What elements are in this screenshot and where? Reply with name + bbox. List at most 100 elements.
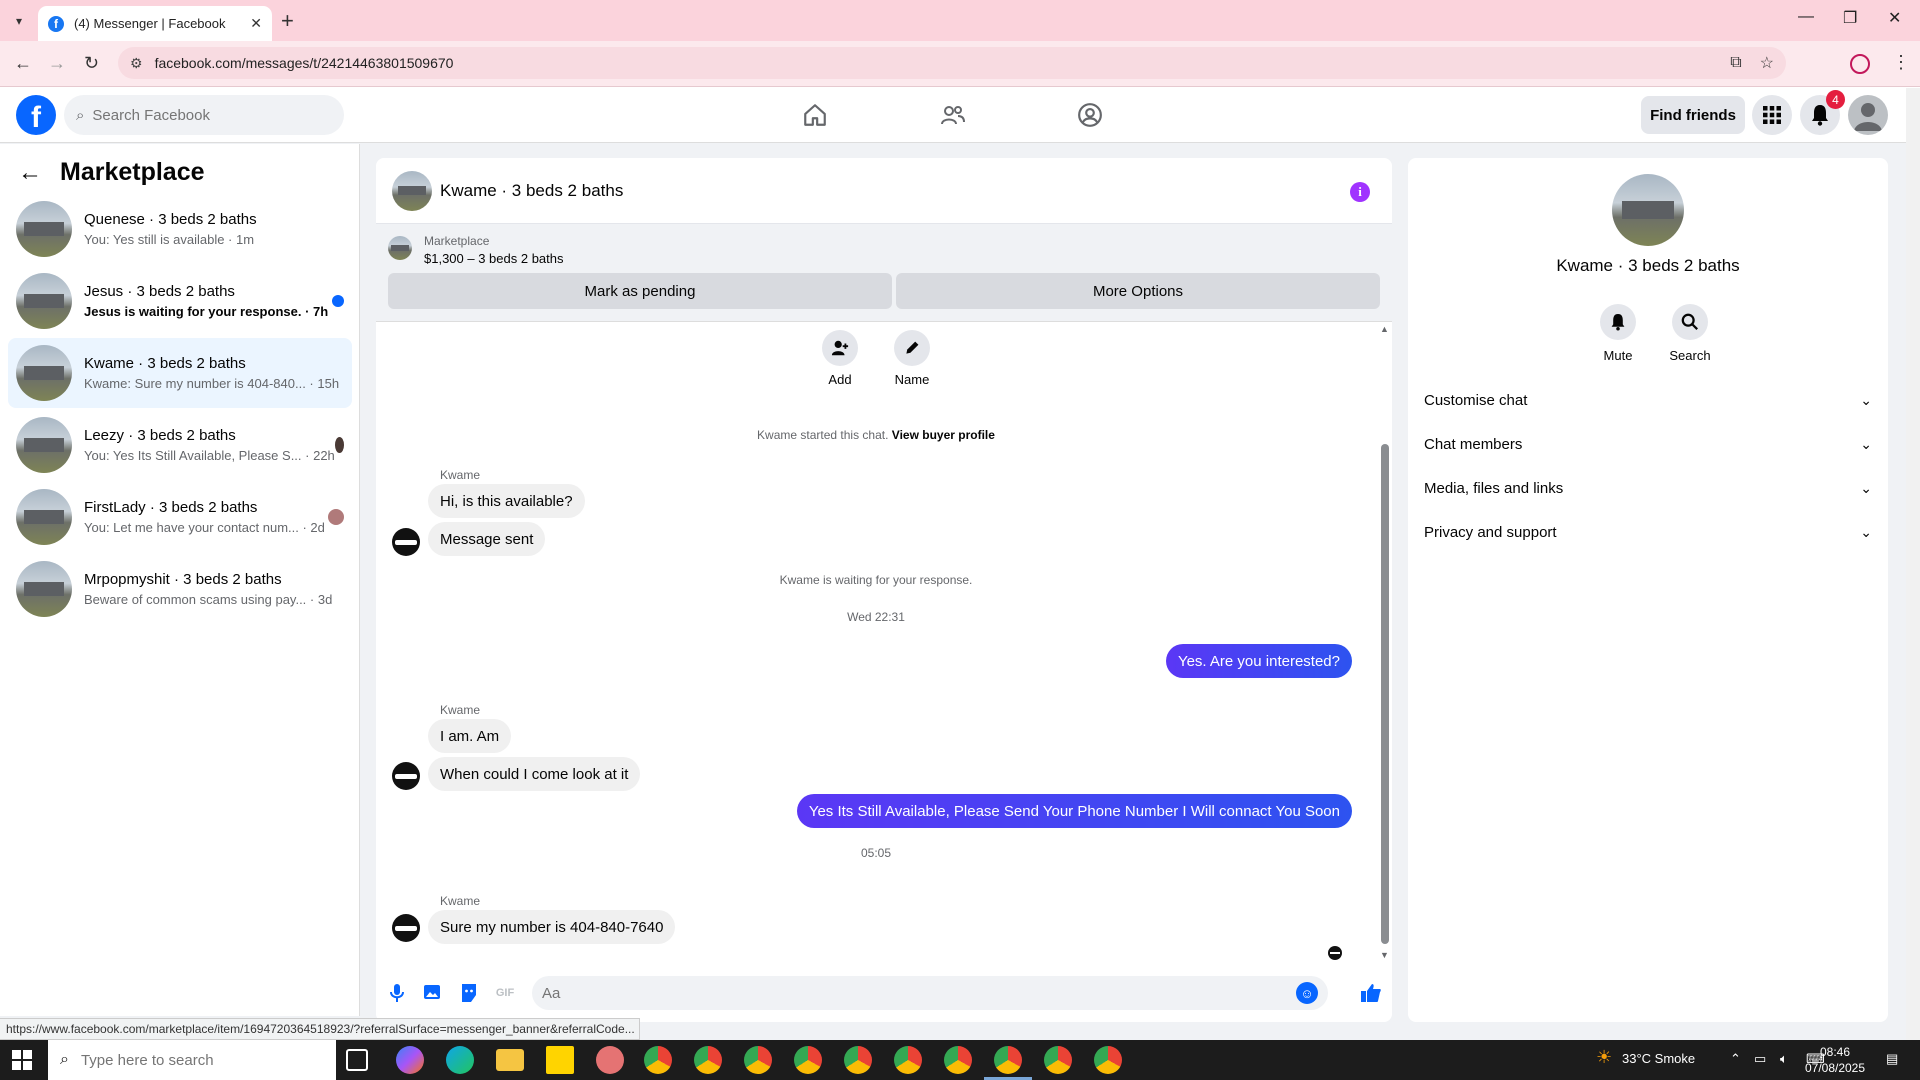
outgoing-message[interactable]: Yes Its Still Available, Please Send You… [796, 794, 1352, 828]
emoji-icon[interactable]: ☺ [1296, 982, 1318, 1004]
microphone-icon[interactable] [386, 982, 408, 1004]
facebook-search[interactable]: ⌕ [64, 95, 344, 135]
chrome-profile-icon-active[interactable] [994, 1046, 1022, 1074]
incoming-message[interactable]: I am. Am [428, 719, 512, 753]
mark-as-pending-button[interactable]: Mark as pending [388, 273, 892, 309]
banner-price[interactable]: $1,300 – 3 beds 2 baths [424, 251, 564, 266]
incoming-message[interactable]: Message sent [428, 522, 546, 556]
conversation-item[interactable]: Leezy · 3 beds 2 baths You: Yes Its Still… [8, 410, 352, 480]
chat-title[interactable]: Kwame · 3 beds 2 baths [440, 181, 623, 201]
chat-scrollbar[interactable]: ▲ ▼ [1378, 324, 1392, 962]
thumbs-up-icon[interactable] [1360, 982, 1382, 1004]
sticky-notes-icon[interactable] [546, 1046, 574, 1074]
name-action[interactable]: Name [882, 330, 942, 387]
view-buyer-profile-link[interactable]: View buyer profile [892, 428, 995, 442]
chrome-profile-icon[interactable] [694, 1046, 722, 1074]
chrome-icon[interactable] [644, 1046, 672, 1074]
chat-listing-thumbnail[interactable] [392, 170, 432, 211]
media-files-links-row[interactable]: Media, files and links ⌄ [1424, 466, 1872, 510]
chrome-profile-icon[interactable] [744, 1046, 772, 1074]
action-center-icon[interactable]: ▤ [1886, 1051, 1898, 1067]
back-arrow-icon[interactable]: ← [18, 159, 42, 187]
customise-chat-row[interactable]: Customise chat ⌄ [1424, 378, 1872, 422]
new-tab-icon[interactable]: + [281, 8, 294, 34]
taskbar-search-input[interactable] [80, 1051, 301, 1069]
browser-tab[interactable]: f (4) Messenger | Facebook ✕ [38, 6, 272, 41]
task-view-icon[interactable] [346, 1049, 368, 1071]
volume-icon[interactable]: 🔈︎ [1780, 1051, 1788, 1067]
message-input[interactable] [542, 984, 1296, 1002]
friends-icon[interactable] [933, 99, 973, 131]
sender-avatar[interactable] [392, 528, 420, 556]
conversation-item[interactable]: Jesus · 3 beds 2 baths Jesus is waiting f… [8, 266, 352, 336]
scrollbar-thumb[interactable] [1381, 444, 1389, 944]
maximize-icon[interactable]: ❐ [1843, 8, 1857, 28]
scroll-down-icon[interactable]: ▼ [1380, 950, 1389, 960]
weather-text[interactable]: 33°C Smoke [1622, 1051, 1695, 1066]
banner-thumbnail[interactable] [388, 236, 412, 260]
search-in-chat-action[interactable]: Search [1660, 304, 1720, 363]
facebook-search-input[interactable] [92, 106, 313, 124]
reload-icon[interactable]: ↻ [84, 53, 99, 74]
network-icon[interactable]: ▭ [1754, 1051, 1766, 1067]
site-info-icon[interactable]: ⚙ [130, 55, 143, 72]
install-app-icon[interactable]: ⧉ [1730, 54, 1741, 72]
incoming-message[interactable]: Hi, is this available? [428, 484, 585, 518]
conversation-item[interactable]: FirstLady · 3 beds 2 baths You: Let me ha… [8, 482, 352, 552]
conversation-item[interactable]: Mrpopmyshit · 3 beds 2 baths Beware of co… [8, 554, 352, 624]
windows-start-icon[interactable] [12, 1050, 32, 1070]
browser-menu-icon[interactable]: ⋮ [1892, 52, 1910, 73]
chrome-profile-icon[interactable] [844, 1046, 872, 1074]
facebook-logo-icon[interactable]: f [16, 95, 56, 135]
photo-icon[interactable] [422, 982, 444, 1004]
taskbar-clock[interactable]: 08:46 07/08/2025 [1800, 1044, 1870, 1076]
file-explorer-icon[interactable] [496, 1049, 524, 1071]
scroll-up-icon[interactable]: ▲ [1380, 324, 1389, 334]
find-friends-button[interactable]: Find friends [1641, 96, 1745, 134]
copilot-icon[interactable] [396, 1046, 424, 1074]
incoming-message[interactable]: Sure my number is 404-840-7640 [428, 910, 676, 944]
app-icon[interactable] [596, 1046, 624, 1074]
privacy-support-row[interactable]: Privacy and support ⌄ [1424, 510, 1872, 554]
gif-icon[interactable]: GIF [494, 982, 516, 1004]
message-list: Add Name Kwame started this chat. View b… [376, 322, 1376, 962]
window-close-icon[interactable]: ✕ [1888, 8, 1901, 28]
tab-search-dropdown-icon[interactable]: ▾ [8, 10, 30, 32]
tray-chevron-icon[interactable]: ⌃ [1730, 1051, 1741, 1067]
taskbar-search[interactable]: ⌕ [48, 1040, 336, 1080]
profile-circle-icon[interactable] [1070, 99, 1110, 131]
page-scrollbar[interactable] [1906, 88, 1920, 1040]
minimize-icon[interactable]: — [1798, 8, 1814, 26]
mute-action[interactable]: Mute [1588, 304, 1648, 363]
chrome-profile-icon[interactable] [1094, 1046, 1122, 1074]
chrome-profile-icon[interactable] [1044, 1046, 1072, 1074]
bookmark-star-icon[interactable]: ☆ [1760, 53, 1774, 73]
conversation-item[interactable]: Quenese · 3 beds 2 baths You: Yes still i… [8, 194, 352, 264]
add-people-action[interactable]: Add [810, 330, 870, 387]
chat-members-row[interactable]: Chat members ⌄ [1424, 422, 1872, 466]
weather-icon[interactable]: ☀ [1596, 1047, 1612, 1068]
tab-close-icon[interactable]: ✕ [250, 15, 262, 32]
url-text[interactable]: facebook.com/messages/t/2421446380150967… [155, 55, 1713, 71]
menu-grid-icon[interactable] [1752, 95, 1792, 135]
chrome-profile-icon[interactable] [894, 1046, 922, 1074]
omnibox[interactable]: ⚙ facebook.com/messages/t/24214463801509… [118, 47, 1786, 79]
sender-avatar[interactable] [392, 914, 420, 942]
sender-avatar[interactable] [392, 762, 420, 790]
edge-icon[interactable] [446, 1046, 474, 1074]
account-avatar[interactable] [1848, 95, 1888, 135]
browser-profile-icon[interactable] [1850, 54, 1870, 74]
message-input-box[interactable]: ☺ [532, 976, 1328, 1010]
incoming-message[interactable]: When could I come look at it [428, 757, 641, 791]
forward-icon[interactable]: → [48, 53, 66, 74]
conversation-info-icon[interactable]: i [1350, 182, 1370, 202]
conversation-item-active[interactable]: Kwame · 3 beds 2 baths Kwame: Sure my num… [8, 338, 352, 408]
home-icon[interactable] [795, 99, 835, 131]
outgoing-message[interactable]: Yes. Are you interested? [1165, 644, 1352, 678]
chrome-profile-icon[interactable] [944, 1046, 972, 1074]
chrome-profile-icon[interactable] [794, 1046, 822, 1074]
back-icon[interactable]: ← [14, 53, 32, 74]
more-options-button[interactable]: More Options [896, 273, 1380, 309]
sticker-icon[interactable] [458, 982, 480, 1004]
listing-photo[interactable] [1612, 174, 1684, 246]
